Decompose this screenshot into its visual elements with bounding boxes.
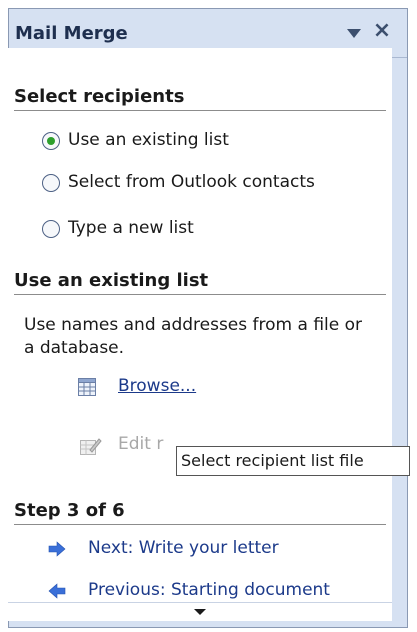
pane-title: Mail Merge: [15, 23, 128, 44]
browse-link[interactable]: Browse...: [118, 376, 196, 396]
existing-list-description: Use names and addresses from a file or a…: [24, 315, 362, 358]
radio-button[interactable]: [42, 174, 60, 192]
radio-label[interactable]: Use an existing list: [68, 130, 229, 150]
edit-recipient-list-link: Edit r: [118, 434, 164, 454]
pane-content: Select recipients Use an existing list S…: [8, 48, 392, 602]
chevron-down-icon: [194, 609, 206, 615]
triangle-down-icon[interactable]: [345, 26, 363, 42]
scroll-down-button[interactable]: [8, 602, 392, 621]
radio-label[interactable]: Select from Outlook contacts: [68, 172, 315, 192]
arrow-left-icon[interactable]: [48, 583, 66, 599]
radio-button[interactable]: [42, 220, 60, 238]
next-step-label[interactable]: Next: Write your letter: [88, 538, 279, 558]
radio-button[interactable]: [42, 132, 60, 150]
arrow-right-icon[interactable]: [48, 541, 66, 557]
select-recipients-heading: Select recipients: [14, 86, 386, 111]
previous-step-label[interactable]: Previous: Starting document: [88, 580, 330, 600]
table-grid-icon[interactable]: [78, 378, 96, 396]
tooltip: Select recipient list file: [176, 446, 410, 476]
edit-list-icon: [80, 436, 102, 456]
close-icon[interactable]: ×: [371, 20, 393, 42]
radio-selected-dot: [47, 137, 55, 145]
step-heading: Step 3 of 6: [14, 500, 386, 525]
use-existing-list-heading: Use an existing list: [14, 270, 386, 295]
radio-label[interactable]: Type a new list: [68, 218, 194, 238]
